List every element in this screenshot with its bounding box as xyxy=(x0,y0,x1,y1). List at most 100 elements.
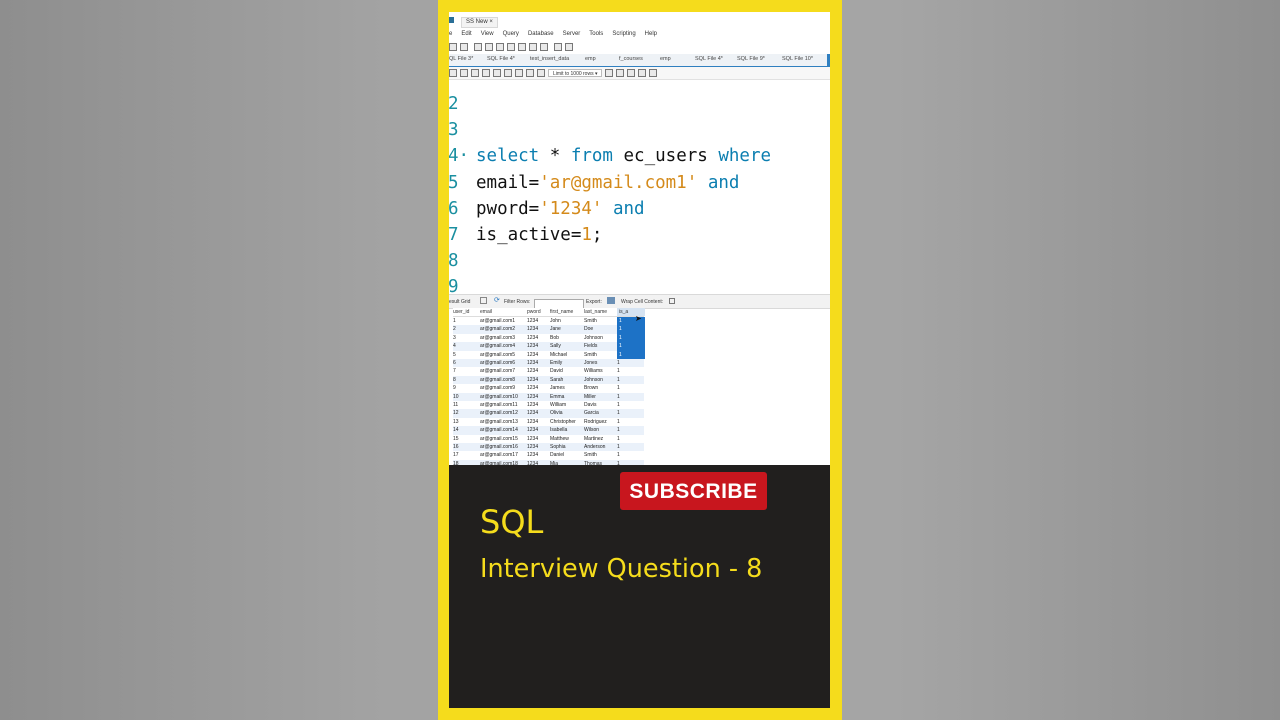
table-cell[interactable]: ar@gmail.com4 xyxy=(480,342,515,350)
table-cell[interactable]: Martinez xyxy=(584,435,603,443)
table-cell[interactable]: 1234 xyxy=(527,351,538,359)
table-cell[interactable]: Doe xyxy=(584,325,593,333)
query-toolbar-icon[interactable] xyxy=(638,69,646,77)
table-row[interactable]: 1 ar@gmail.com1 1234 John Smith 1 xyxy=(453,317,645,326)
query-toolbar-icon[interactable] xyxy=(471,69,479,77)
table-cell[interactable]: 13 xyxy=(453,418,459,426)
query-toolbar-icon[interactable] xyxy=(504,69,512,77)
toolbar-icon[interactable] xyxy=(449,43,457,51)
table-cell[interactable]: 7 xyxy=(453,367,456,375)
table-cell[interactable]: 1 xyxy=(453,317,456,325)
toolbar-icon[interactable] xyxy=(554,43,562,51)
connection-tab[interactable]: SS New × xyxy=(461,17,498,28)
table-cell[interactable]: 1 xyxy=(617,443,620,451)
table-cell[interactable]: 1234 xyxy=(527,409,538,417)
table-cell[interactable]: ar@gmail.com7 xyxy=(480,367,515,375)
table-row[interactable]: 5 ar@gmail.com5 1234 Michael Smith 1 xyxy=(453,350,645,359)
table-cell[interactable]: 1 xyxy=(617,325,645,334)
table-cell[interactable]: 1234 xyxy=(527,317,538,325)
refresh-icon[interactable]: ⟳ xyxy=(494,297,500,304)
table-cell[interactable]: 1234 xyxy=(527,451,538,459)
table-cell[interactable]: Anderson xyxy=(584,443,605,451)
table-cell[interactable]: 17 xyxy=(453,451,459,459)
table-cell[interactable]: 1 xyxy=(617,367,620,375)
table-cell[interactable]: ar@gmail.com17 xyxy=(480,451,518,459)
table-row[interactable]: 8 ar@gmail.com8 1234 Sarah Johnson 1 xyxy=(453,375,644,385)
table-cell[interactable]: 1 xyxy=(617,435,620,443)
menu-item[interactable]: Tools xyxy=(589,29,603,40)
table-row[interactable]: 2 ar@gmail.com2 1234 Jane Doe 1 xyxy=(453,325,645,334)
table-row[interactable]: 7 ar@gmail.com7 1234 David Williams 1 xyxy=(453,367,644,375)
menu-item[interactable]: View xyxy=(481,29,494,40)
table-cell[interactable]: Smith xyxy=(584,451,597,459)
toolbar-icon[interactable] xyxy=(496,43,504,51)
table-row[interactable]: 15 ar@gmail.com15 1234 Matthew Martinez 1 xyxy=(453,435,644,443)
table-cell[interactable]: 1234 xyxy=(527,418,538,426)
file-tab[interactable]: emp xyxy=(660,56,671,62)
table-cell[interactable]: 1234 xyxy=(527,342,538,350)
menu-item[interactable]: Query xyxy=(503,29,519,40)
toolbar-icon[interactable] xyxy=(540,43,548,51)
table-cell[interactable]: ar@gmail.com5 xyxy=(480,351,515,359)
table-cell[interactable]: 12 xyxy=(453,409,459,417)
table-cell[interactable]: ar@gmail.com1 xyxy=(480,317,515,325)
table-cell[interactable]: 1 xyxy=(617,359,620,367)
table-cell[interactable]: 16 xyxy=(453,443,459,451)
table-cell[interactable]: Isabella xyxy=(550,426,567,434)
table-cell[interactable]: Christopher xyxy=(550,418,576,426)
table-cell[interactable]: 5 xyxy=(453,351,456,359)
table-row[interactable]: 16 ar@gmail.com16 1234 Sophia Anderson 1 xyxy=(453,443,644,452)
menu-item[interactable]: Edit xyxy=(461,29,471,40)
table-cell[interactable]: Fields xyxy=(584,342,597,350)
table-cell[interactable]: 1234 xyxy=(527,401,538,409)
table-cell[interactable]: ar@gmail.com9 xyxy=(480,384,515,392)
query-toolbar-icon[interactable] xyxy=(515,69,523,77)
table-cell[interactable]: 1 xyxy=(617,401,620,409)
table-cell[interactable]: ar@gmail.com11 xyxy=(480,401,518,409)
table-cell[interactable]: 9 xyxy=(453,384,456,392)
table-cell[interactable]: Sarah xyxy=(550,376,563,384)
table-cell[interactable]: ar@gmail.com6 xyxy=(480,359,515,367)
query-toolbar-icon[interactable] xyxy=(649,69,657,77)
file-tab[interactable]: QL File 3* xyxy=(449,56,473,62)
table-cell[interactable]: Williams xyxy=(584,367,603,375)
table-cell[interactable]: Garcia xyxy=(584,409,599,417)
table-cell[interactable]: 1234 xyxy=(527,325,538,333)
table-row[interactable]: 3 ar@gmail.com3 1234 Bob Johnson 1 xyxy=(453,333,645,343)
query-toolbar-icon[interactable] xyxy=(605,69,613,77)
table-cell[interactable]: 1 xyxy=(617,384,620,392)
table-cell[interactable]: Jones xyxy=(584,359,597,367)
table-cell[interactable]: Wilson xyxy=(584,426,599,434)
table-cell[interactable]: 1234 xyxy=(527,393,538,401)
table-cell[interactable]: 10 xyxy=(453,393,459,401)
table-cell[interactable]: Smith xyxy=(584,351,597,359)
table-cell[interactable]: 1 xyxy=(617,350,645,359)
table-cell[interactable]: Sally xyxy=(550,342,561,350)
column-header[interactable]: email xyxy=(480,308,492,316)
query-toolbar-icon[interactable] xyxy=(482,69,490,77)
table-cell[interactable]: 1 xyxy=(617,333,645,343)
table-cell[interactable]: Emily xyxy=(550,359,562,367)
table-cell[interactable]: Miller xyxy=(584,393,596,401)
table-cell[interactable]: Rodriguez xyxy=(584,418,607,426)
column-header[interactable]: pword xyxy=(527,308,541,316)
table-cell[interactable]: 1 xyxy=(617,409,620,417)
table-cell[interactable]: 1234 xyxy=(527,359,538,367)
table-cell[interactable]: 1234 xyxy=(527,443,538,451)
toolbar-icon[interactable] xyxy=(507,43,515,51)
table-cell[interactable]: ar@gmail.com12 xyxy=(480,409,518,417)
toolbar-icon[interactable] xyxy=(485,43,493,51)
file-tab[interactable]: SQL File 9* xyxy=(737,56,765,62)
result-grid-tab[interactable]: esult Grid xyxy=(449,299,470,305)
query-toolbar-icon[interactable] xyxy=(460,69,468,77)
file-tab[interactable]: SQL File 4* xyxy=(695,56,723,62)
table-row[interactable]: 6 ar@gmail.com6 1234 Emily Jones 1 xyxy=(453,359,644,368)
table-cell[interactable]: Michael xyxy=(550,351,567,359)
toolbar-icon[interactable] xyxy=(474,43,482,51)
table-cell[interactable]: Emma xyxy=(550,393,564,401)
table-cell[interactable]: 8 xyxy=(453,376,456,384)
menu-item[interactable]: Database xyxy=(528,29,554,40)
table-cell[interactable]: 6 xyxy=(453,359,456,367)
sql-editor[interactable]: 2 3 4· select * from ec_users where 5 email='… xyxy=(449,80,830,297)
table-cell[interactable]: ar@gmail.com3 xyxy=(480,334,515,342)
